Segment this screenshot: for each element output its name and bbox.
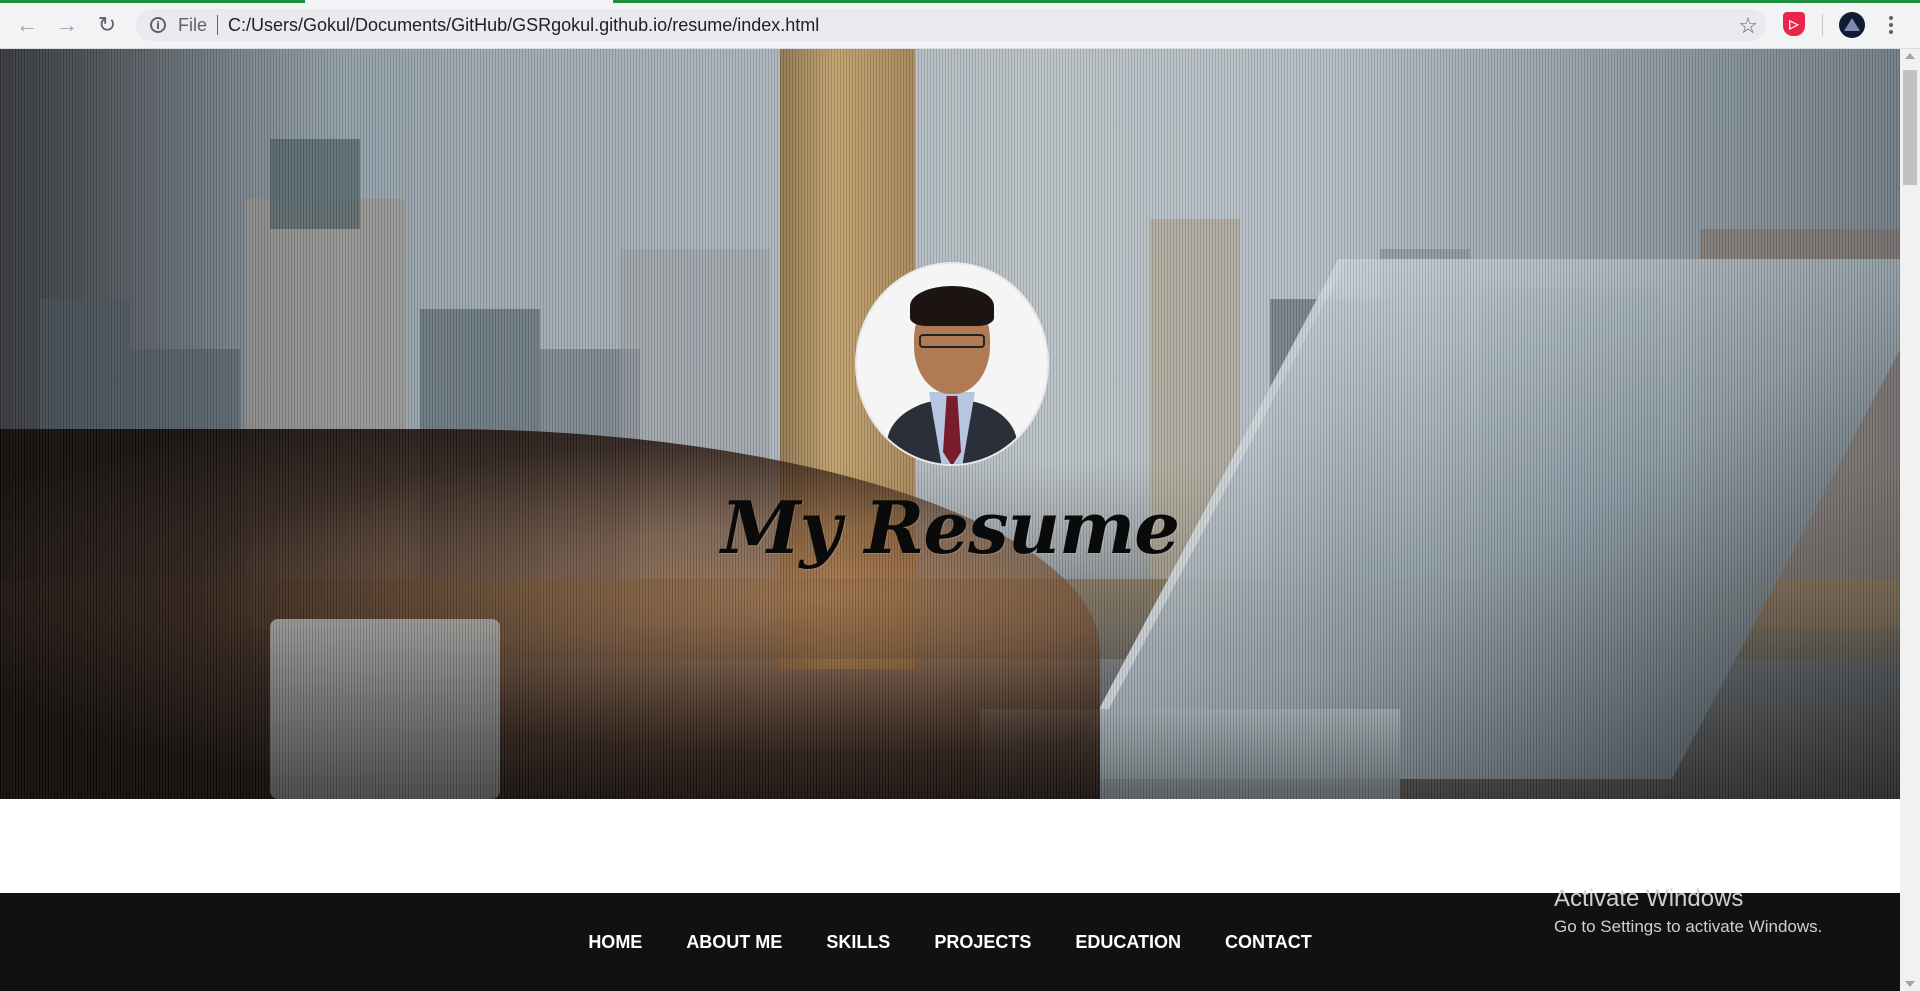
address-bar[interactable]: i File C:/Users/Gokul/Documents/GitHub/G…: [136, 9, 1766, 41]
info-icon[interactable]: i: [150, 17, 166, 33]
url-text[interactable]: C:/Users/Gokul/Documents/GitHub/GSRgokul…: [228, 15, 819, 36]
nav-skills[interactable]: SKILLS: [804, 932, 912, 953]
vertical-scrollbar[interactable]: [1900, 49, 1920, 991]
reload-icon[interactable]: ↻: [94, 12, 120, 38]
extension-icon[interactable]: ▷: [1783, 12, 1805, 36]
nav-projects[interactable]: PROJECTS: [912, 932, 1053, 953]
nav-contact[interactable]: CONTACT: [1203, 932, 1334, 953]
separator: [217, 15, 219, 35]
toolbar-divider: [1822, 14, 1823, 36]
nav-education[interactable]: EDUCATION: [1053, 932, 1203, 953]
windows-activation-watermark: Activate Windows Go to Settings to activ…: [1554, 885, 1822, 939]
page-viewport: My Resume HOME ABOUT ME SKILLS PROJECTS …: [0, 49, 1900, 991]
scheme-label: File: [178, 14, 208, 35]
nav-home[interactable]: HOME: [566, 932, 664, 953]
watermark-subtitle: Go to Settings to activate Windows.: [1554, 917, 1823, 936]
scroll-down-icon[interactable]: [1905, 981, 1915, 987]
nav-about-me[interactable]: ABOUT ME: [664, 932, 804, 953]
profile-avatar-icon[interactable]: [1839, 12, 1865, 38]
hero-section: My Resume: [0, 49, 1900, 799]
back-icon[interactable]: ←: [14, 12, 40, 38]
scrollbar-thumb[interactable]: [1903, 70, 1917, 185]
hero-title: My Resume: [720, 485, 1180, 570]
menu-icon[interactable]: [1886, 12, 1896, 38]
watermark-title: Activate Windows: [1554, 885, 1744, 912]
forward-icon[interactable]: →: [54, 12, 80, 38]
star-icon[interactable]: ☆: [1738, 13, 1758, 39]
browser-toolbar: ← → ↻ i File C:/Users/Gokul/Documents/Gi…: [0, 0, 1920, 49]
page-load-progress: [0, 0, 1920, 3]
profile-photo: [855, 262, 1049, 466]
scroll-up-icon[interactable]: [1905, 53, 1915, 59]
